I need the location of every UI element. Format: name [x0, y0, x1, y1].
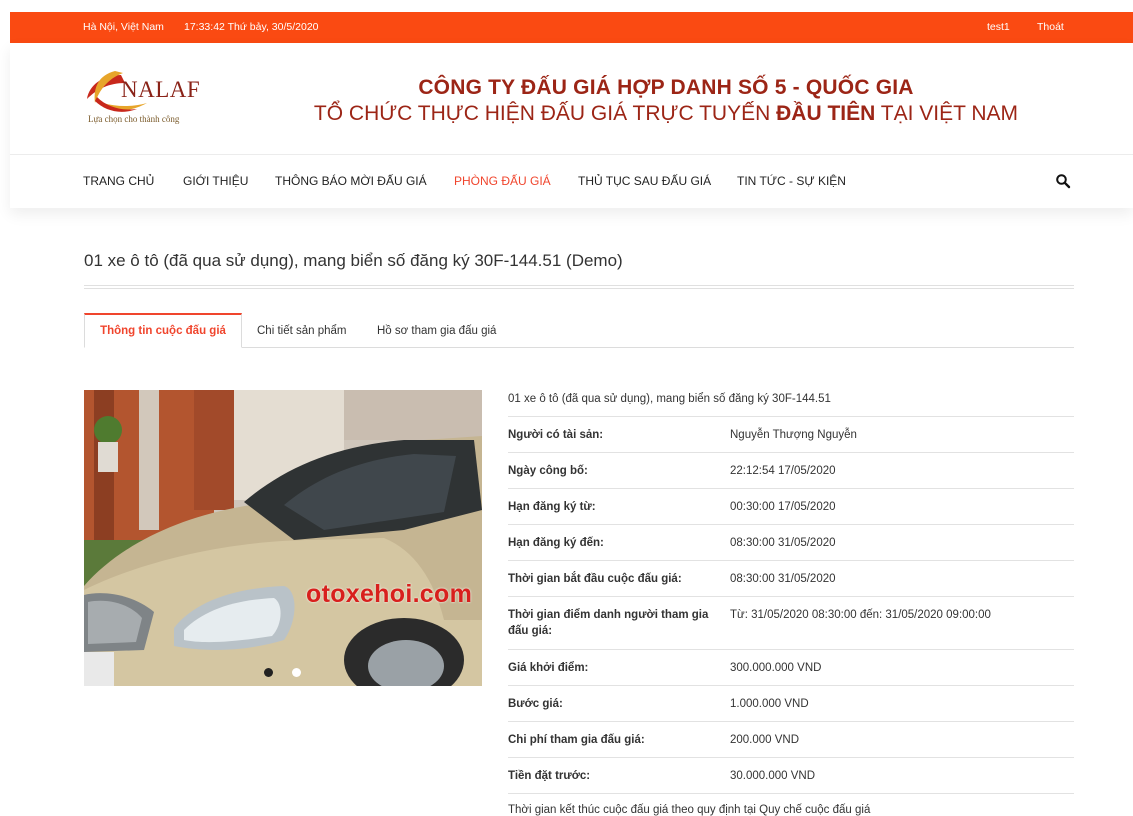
info-value: 30.000.000 VND: [730, 770, 816, 782]
info-value: 08:30:00 31/05/2020: [730, 573, 836, 585]
info-row-owner: Người có tài sản: Nguyễn Thượng Nguyễn: [508, 417, 1074, 453]
info-label: Thời gian điểm danh người tham gia đấu g…: [508, 609, 709, 637]
info-value: Nguyễn Thượng Nguyễn: [730, 429, 857, 441]
info-label: Hạn đăng ký từ:: [508, 501, 596, 513]
info-value: 22:12:54 17/05/2020: [730, 465, 836, 477]
header-divider: [10, 154, 1133, 155]
info-value: 1.000.000 VND: [730, 698, 809, 710]
info-label: Bước giá:: [508, 698, 563, 710]
info-row-deposit: Tiền đặt trước: 30.000.000 VND: [508, 758, 1074, 794]
logo-brand-text: NALAF: [121, 77, 201, 102]
product-heading: 01 xe ô tô (đã qua sử dụng), mang biển s…: [508, 382, 1074, 417]
current-datetime: 17:33:42 Thứ bảy, 30/5/2020: [184, 21, 319, 33]
tab-auction-info[interactable]: Thông tin cuộc đấu giá: [84, 313, 242, 348]
info-value: 00:30:00 17/05/2020: [730, 501, 836, 513]
tagline-emphasis: ĐẦU TIÊN: [776, 102, 876, 125]
info-row-publish-date: Ngày công bố: 22:12:54 17/05/2020: [508, 453, 1074, 489]
info-value: Từ: 31/05/2020 08:30:00 đến: 31/05/2020 …: [730, 609, 991, 621]
company-tagline: TỔ CHỨC THỰC HIỆN ĐẤU GIÁ TRỰC TUYẾN ĐẦU…: [310, 102, 1022, 126]
carousel-dot-1[interactable]: [264, 668, 273, 677]
carousel-dot-2[interactable]: [292, 668, 301, 677]
info-row-bid-step: Bước giá: 1.000.000 VND: [508, 686, 1074, 722]
logo-slogan: Lựa chọn cho thành công: [88, 114, 180, 124]
info-label: Tiền đặt trước:: [508, 770, 591, 782]
location-text: Hà Nội, Việt Nam: [83, 21, 164, 33]
nav-item-auction-room[interactable]: PHÒNG ĐẤU GIÁ: [454, 174, 551, 188]
image-watermark: otoxehoi.com: [306, 580, 473, 608]
info-row-attendance-time: Thời gian điểm danh người tham gia đấu g…: [508, 597, 1074, 650]
nav-item-home[interactable]: TRANG CHỦ: [83, 174, 154, 188]
info-label: Thời gian bắt đầu cuộc đấu giá:: [508, 573, 682, 585]
info-row-register-from: Hạn đăng ký từ: 00:30:00 17/05/2020: [508, 489, 1074, 525]
page-title: 01 xe ô tô (đã qua sử dụng), mang biển s…: [84, 251, 623, 270]
tab-participation-documents[interactable]: Hồ sơ tham gia đấu giá: [377, 313, 496, 348]
nav-item-news[interactable]: TIN TỨC - SỰ KIỆN: [737, 174, 846, 188]
tagline-end: TẠI VIỆT NAM: [880, 102, 1019, 125]
top-bar: Hà Nội, Việt Nam 17:33:42 Thứ bảy, 30/5/…: [10, 12, 1133, 43]
logout-link[interactable]: Thoát: [1037, 21, 1064, 33]
user-account-link[interactable]: test1: [987, 21, 1010, 33]
info-value: 08:30:00 31/05/2020: [730, 537, 836, 549]
info-row-start-time: Thời gian bắt đầu cuộc đấu giá: 08:30:00…: [508, 561, 1074, 597]
title-divider: [84, 285, 1074, 289]
tagline-start: TỔ CHỨC THỰC HIỆN ĐẤU GIÁ TRỰC TUYẾN: [313, 102, 771, 125]
info-row-register-to: Hạn đăng ký đến: 08:30:00 31/05/2020: [508, 525, 1074, 561]
auction-end-note: Thời gian kết thúc cuộc đấu giá theo quy…: [508, 804, 871, 816]
info-label: Chi phí tham gia đấu giá:: [508, 734, 645, 746]
nav-item-auction-notices[interactable]: THÔNG BÁO MỜI ĐẤU GIÁ: [275, 174, 427, 188]
nav-item-about[interactable]: GIỚI THIỆU: [183, 174, 248, 188]
info-label: Người có tài sản:: [508, 429, 604, 441]
nav-item-post-auction[interactable]: THỦ TỤC SAU ĐẤU GIÁ: [578, 174, 711, 188]
info-row-starting-price: Giá khởi điểm: 300.000.000 VND: [508, 650, 1074, 686]
info-value: 300.000.000 VND: [730, 662, 822, 674]
auction-info-panel: 01 xe ô tô (đã qua sử dụng), mang biển s…: [508, 382, 1074, 816]
info-row-participation-fee: Chi phí tham gia đấu giá: 200.000 VND: [508, 722, 1074, 758]
search-icon[interactable]: [1055, 173, 1071, 189]
site-header: NALAF Lựa chọn cho thành công CÔNG TY ĐẤ…: [10, 43, 1133, 208]
tab-product-details[interactable]: Chi tiết sản phẩm: [257, 313, 347, 348]
info-label: Giá khởi điểm:: [508, 662, 589, 674]
info-label: Hạn đăng ký đến:: [508, 537, 604, 549]
tab-bar: Thông tin cuộc đấu giá Chi tiết sản phẩm…: [84, 313, 1074, 348]
site-logo[interactable]: NALAF Lựa chọn cho thành công: [85, 63, 215, 133]
company-banner: CÔNG TY ĐẤU GIÁ HỢP DANH SỐ 5 - QUỐC GIA…: [310, 76, 1022, 126]
info-label: Ngày công bố:: [508, 465, 588, 477]
product-image-carousel[interactable]: otoxehoi.com: [84, 390, 482, 686]
company-name: CÔNG TY ĐẤU GIÁ HỢP DANH SỐ 5 - QUỐC GIA: [418, 76, 914, 99]
car-photo: [84, 390, 482, 686]
info-value: 200.000 VND: [730, 734, 800, 746]
